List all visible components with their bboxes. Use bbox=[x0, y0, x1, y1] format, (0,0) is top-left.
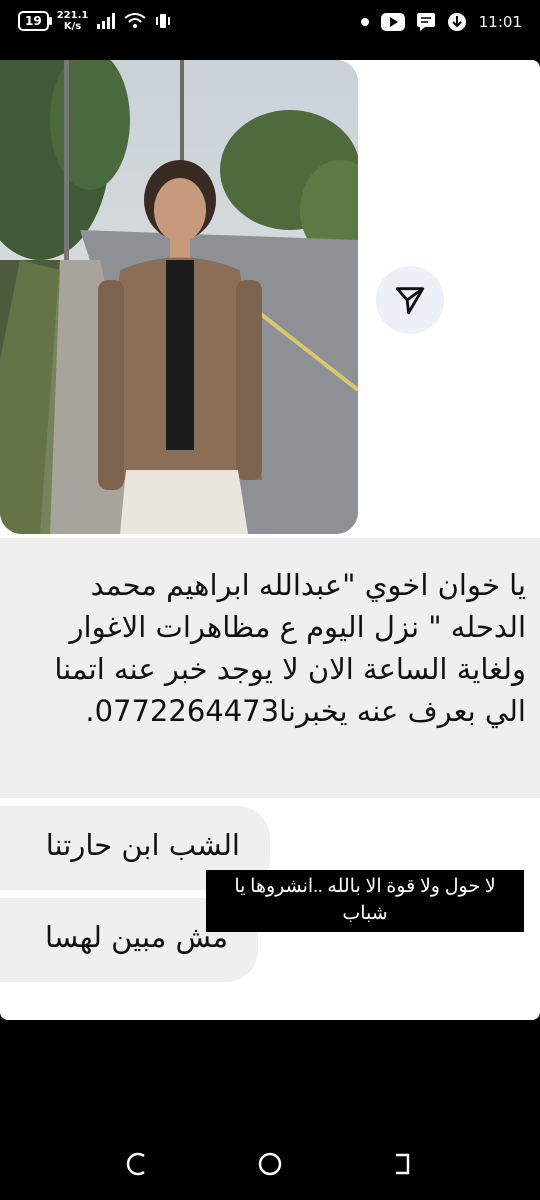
post-photo[interactable] bbox=[0, 60, 358, 534]
signal-icon bbox=[97, 13, 116, 29]
battery-indicator: 19 bbox=[18, 11, 52, 31]
message-icon bbox=[416, 13, 435, 31]
dot-icon bbox=[360, 18, 369, 26]
share-button[interactable] bbox=[376, 266, 444, 334]
net-speed: 221.1 K/s bbox=[57, 10, 89, 32]
clock: 11:01 bbox=[478, 13, 522, 31]
overlay-caption: لا حول ولا قوة الا بالله ..انشروها يا شب… bbox=[206, 870, 524, 932]
youtube-icon bbox=[380, 13, 405, 31]
wifi-icon bbox=[124, 13, 146, 28]
recents-icon[interactable] bbox=[124, 1150, 152, 1178]
net-speed-value: 221.1 bbox=[56, 10, 89, 21]
status-left: 19 221.1 K/s bbox=[18, 10, 172, 32]
send-icon bbox=[395, 287, 425, 315]
download-icon bbox=[447, 13, 466, 31]
home-icon[interactable] bbox=[256, 1150, 284, 1178]
navigation-bar bbox=[0, 1120, 540, 1200]
message-main: يا خوان اخوي "عبدالله ابراهيم محمد الدحل… bbox=[0, 538, 540, 798]
net-speed-unit: K/s bbox=[63, 21, 82, 32]
vibrate-icon bbox=[156, 14, 171, 28]
photo-illustration bbox=[0, 60, 358, 534]
status-bar: 19 221.1 K/s 11:01 bbox=[0, 0, 540, 48]
back-icon[interactable] bbox=[388, 1150, 416, 1178]
status-right: 11:01 bbox=[360, 12, 522, 32]
